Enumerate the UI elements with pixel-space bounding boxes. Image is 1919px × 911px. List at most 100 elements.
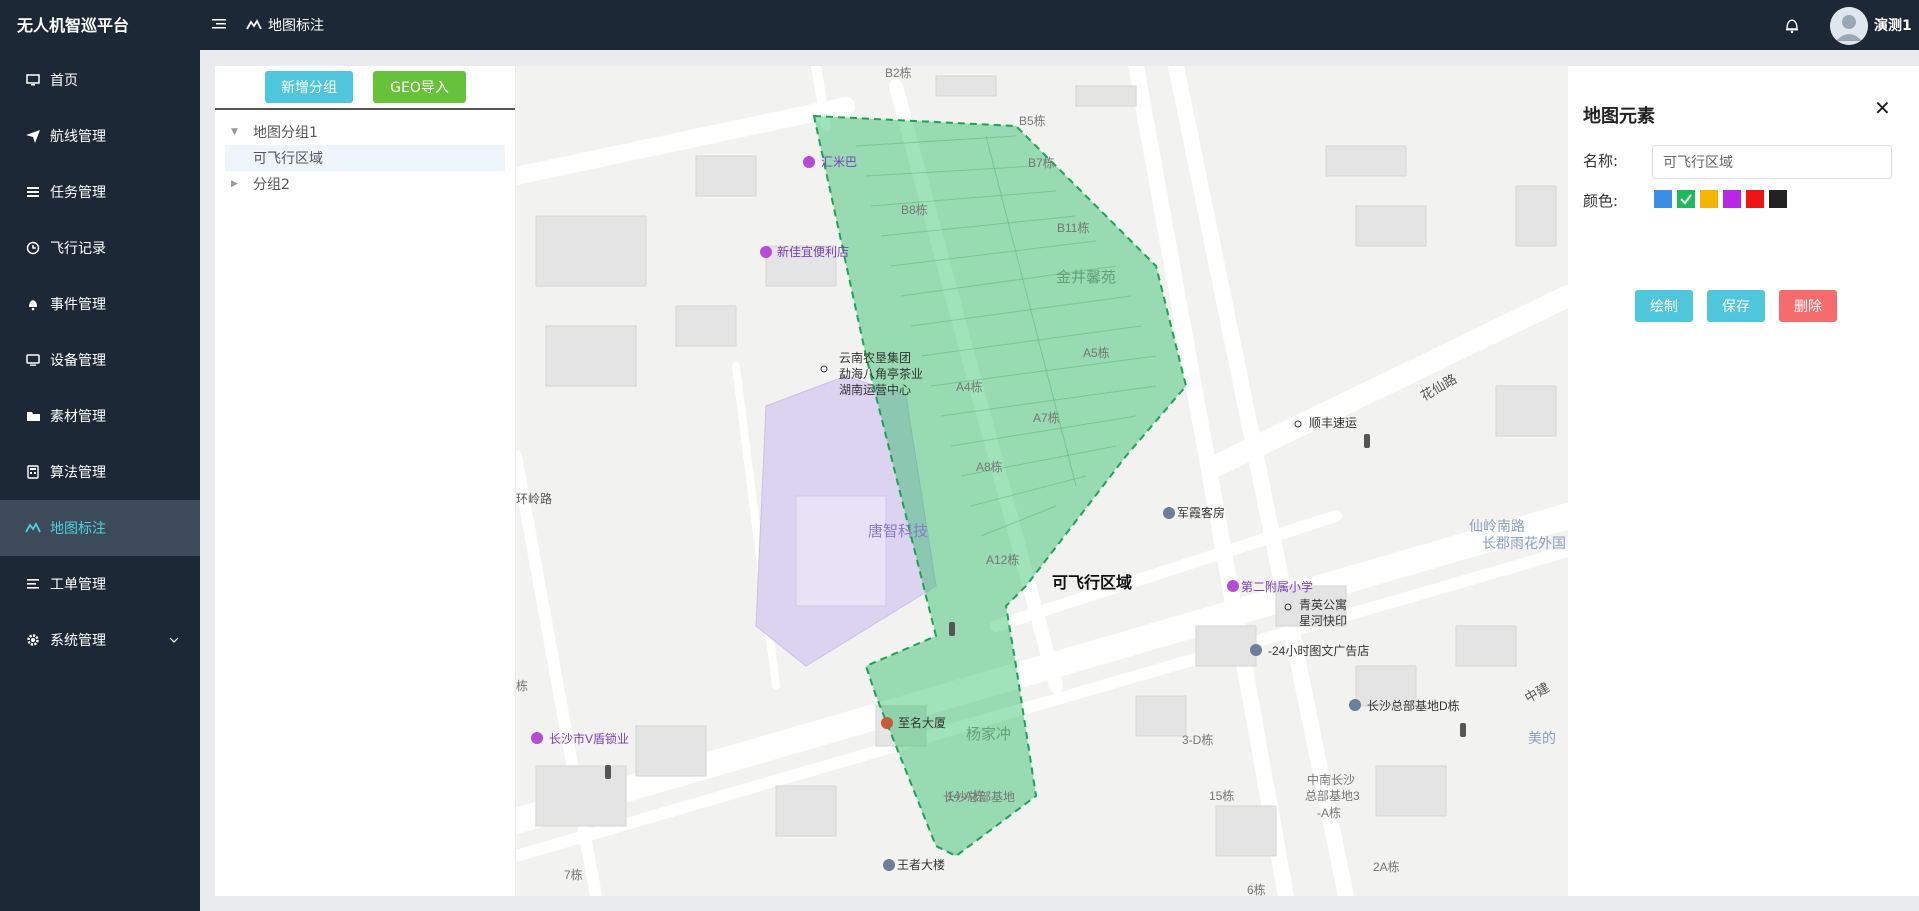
sidebar-item-label: 素材管理: [50, 409, 106, 425]
map-label: 中建: [1522, 680, 1552, 706]
notification-bell-icon[interactable]: [1784, 16, 1800, 38]
poi-pin-icons: [881, 717, 893, 729]
geo-import-button[interactable]: GEO导入: [373, 71, 466, 103]
group-panel: 新增分组 GEO导入 ▼ 地图分组1 可飞行区域 ▶ 分组2: [215, 66, 515, 896]
map-label: 中南长沙: [1307, 772, 1355, 787]
map-label: 14-A栋: [947, 788, 984, 803]
add-group-button[interactable]: 新增分组: [265, 71, 353, 103]
sidebar-item-label: 事件管理: [50, 297, 106, 313]
sidebar-item-label: 飞行记录: [50, 241, 106, 257]
map-label: 7栋: [564, 867, 583, 882]
map-label: 汇米巴: [821, 155, 857, 169]
map-label: A12栋: [986, 552, 1019, 567]
map-label: 第二附属小学: [1241, 579, 1313, 594]
tree-node-label: 分组2: [253, 177, 290, 193]
sidebar-item-system[interactable]: 系统管理: [0, 612, 200, 668]
map-marker-icon: [24, 519, 42, 537]
color-label: 颜色:: [1583, 192, 1619, 210]
monitor-icon: [24, 71, 42, 89]
bell-icon: [24, 295, 42, 313]
sidebar-item-routes[interactable]: 航线管理: [0, 108, 200, 164]
map-label: 星河快印: [1299, 614, 1347, 628]
footer-gap: [200, 896, 1919, 911]
map-label: B7栋: [1028, 155, 1055, 170]
top-bar: 地图标注 演测1: [200, 0, 1919, 50]
caret-down-icon[interactable]: ▼: [231, 127, 245, 137]
sidebar-item-work-orders[interactable]: 工单管理: [0, 556, 200, 612]
list-icon: [24, 183, 42, 201]
tree-node-group1[interactable]: ▼ 地图分组1: [225, 119, 505, 145]
map-label: 新佳宜便利店: [777, 244, 849, 259]
map-label: A8栋: [976, 459, 1003, 474]
sidebar-item-label: 首页: [50, 73, 78, 89]
map-label: 王者大楼: [897, 857, 945, 872]
breadcrumb: 地图标注: [246, 0, 324, 50]
map-canvas[interactable]: B2栋 B5栋 B7栋 B8栋 B11栋 A5栋 A4栋 A7栋 A8栋 A12…: [516, 66, 1568, 896]
save-button[interactable]: 保存: [1707, 290, 1765, 322]
avatar[interactable]: [1830, 7, 1868, 45]
tree-node-flyable-area[interactable]: 可飞行区域: [225, 145, 505, 171]
delete-button[interactable]: 删除: [1779, 290, 1837, 322]
tree-node-label: 可飞行区域: [253, 151, 323, 167]
sidebar-item-devices[interactable]: 设备管理: [0, 332, 200, 388]
map-label: 2A栋: [1373, 859, 1400, 874]
map-label: 美的: [1528, 730, 1556, 746]
map-label: 云南农垦集团: [839, 350, 911, 365]
menu-toggle-icon[interactable]: [212, 17, 226, 35]
name-field[interactable]: [1652, 145, 1892, 179]
sidebar-item-label: 地图标注: [50, 521, 106, 537]
sidebar-item-label: 算法管理: [50, 465, 106, 481]
calculator-icon: [24, 463, 42, 481]
map-label: 金井馨苑: [1056, 269, 1116, 286]
color-swatch-black[interactable]: [1769, 190, 1787, 208]
color-swatch-purple[interactable]: [1723, 190, 1741, 208]
map-label: A5栋: [1083, 345, 1110, 360]
color-swatch-red[interactable]: [1746, 190, 1764, 208]
map-label: A4栋: [956, 379, 983, 394]
map-marker-icon: [246, 19, 262, 30]
map-label: 杨家冲: [966, 726, 1011, 743]
map-label: B2栋: [885, 66, 912, 80]
sidebar-item-materials[interactable]: 素材管理: [0, 388, 200, 444]
map-label: 勐海八角亭茶业: [839, 366, 923, 381]
panel-title: 地图元素: [1583, 106, 1655, 127]
map-label: 至名大厦: [898, 715, 946, 730]
tree-node-group2[interactable]: ▶ 分组2: [225, 171, 505, 197]
map-label: B11栋: [1057, 220, 1089, 235]
sidebar-item-algorithms[interactable]: 算法管理: [0, 444, 200, 500]
map-label: 青英公寓: [1299, 597, 1347, 612]
map-label: 15栋: [1209, 788, 1234, 803]
color-swatch-green[interactable]: [1677, 190, 1695, 208]
sidebar-item-map-annotation[interactable]: 地图标注: [0, 500, 200, 556]
map-label: 仙岭南路: [1469, 518, 1525, 534]
map-label: -24小时图文广告店: [1268, 643, 1369, 658]
map-label: -A栋: [1317, 805, 1341, 820]
map-label: 唐智科技: [868, 522, 928, 540]
sidebar: 无人机智巡平台 首页 航线管理 任务管理 飞行记录 事件管理 设备管理 素材管理…: [0, 0, 200, 911]
map-label: 湖南运营中心: [839, 382, 911, 397]
screen-icon: [24, 351, 42, 369]
sidebar-item-home[interactable]: 首页: [0, 52, 200, 108]
check-icon: [1680, 194, 1692, 205]
tree-node-label: 地图分组1: [253, 125, 318, 141]
sidebar-item-label: 设备管理: [50, 353, 106, 369]
map-label: 顺丰速运: [1309, 416, 1357, 430]
draw-button[interactable]: 绘制: [1635, 290, 1693, 322]
sidebar-item-tasks[interactable]: 任务管理: [0, 164, 200, 220]
sidebar-item-label: 工单管理: [50, 577, 106, 593]
user-name[interactable]: 演测1: [1874, 0, 1912, 52]
map-label: A7栋: [1033, 410, 1060, 425]
map-label: 长沙总部基地D栋: [1367, 698, 1460, 713]
sidebar-item-flight-records[interactable]: 飞行记录: [0, 220, 200, 276]
lines-icon: [24, 575, 42, 593]
color-swatch-blue[interactable]: [1654, 190, 1672, 208]
close-icon[interactable]: ✕: [1874, 96, 1891, 120]
folder-icon: [24, 407, 42, 425]
caret-right-icon[interactable]: ▶: [231, 179, 245, 189]
sidebar-item-events[interactable]: 事件管理: [0, 276, 200, 332]
history-icon: [24, 239, 42, 257]
gear-icon: [24, 631, 42, 649]
sidebar-item-label: 任务管理: [50, 185, 106, 201]
breadcrumb-current: 地图标注: [268, 18, 324, 34]
color-swatch-yellow[interactable]: [1700, 190, 1718, 208]
